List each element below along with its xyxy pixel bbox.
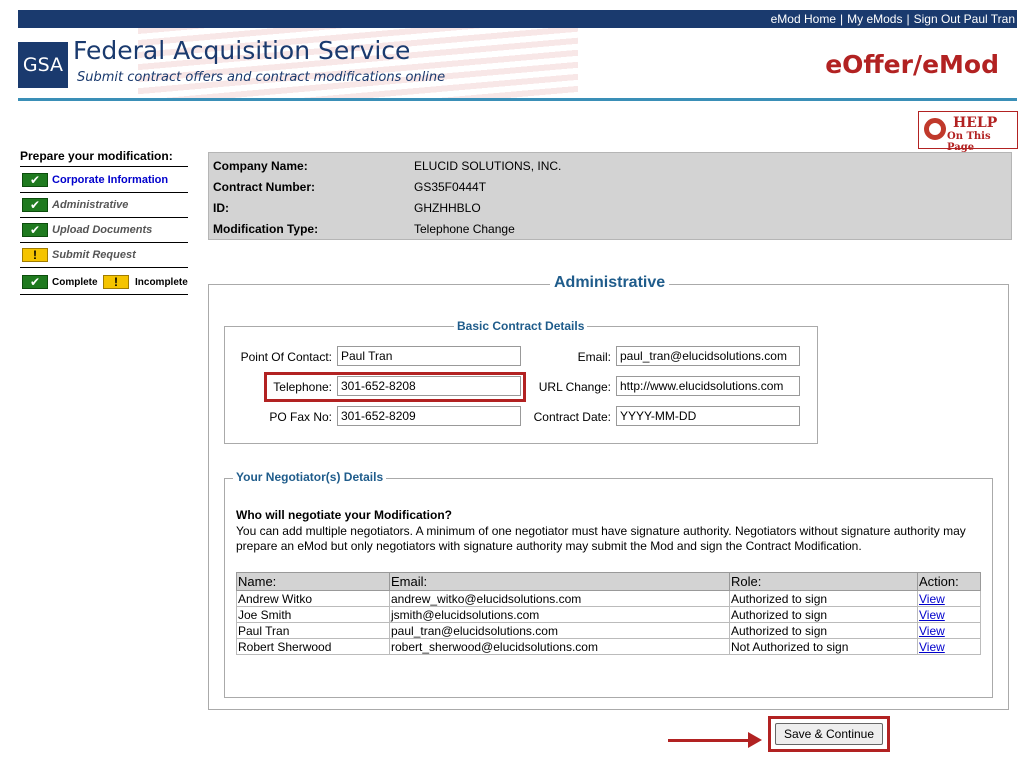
negotiator-name: Robert Sherwood bbox=[236, 638, 390, 655]
column-header: Action: bbox=[917, 572, 981, 591]
warning-icon bbox=[103, 275, 129, 289]
nav-separator: | bbox=[840, 12, 844, 26]
telephone-input[interactable] bbox=[337, 376, 521, 396]
nav-separator: | bbox=[906, 12, 910, 26]
info-key: Modification Type: bbox=[213, 222, 319, 236]
sidebar-step[interactable]: Submit Request bbox=[20, 243, 188, 268]
info-value: ELUCID SOLUTIONS, INC. bbox=[414, 159, 562, 173]
sidebar-title: Prepare your modification: bbox=[20, 149, 188, 167]
table-row: Andrew Witko andrew_witko@elucidsolution… bbox=[236, 590, 981, 607]
negotiator-role: Authorized to sign bbox=[729, 606, 918, 623]
table-row: Paul Tran paul_tran@elucidsolutions.com … bbox=[236, 622, 981, 639]
checkmark-icon bbox=[22, 173, 48, 187]
sidebar-step-label: Administrative bbox=[52, 199, 129, 211]
info-value: GHZHHBLO bbox=[414, 201, 481, 215]
arrow-right-icon bbox=[748, 732, 762, 748]
save-continue-button[interactable]: Save & Continue bbox=[775, 723, 883, 745]
view-link[interactable]: View bbox=[917, 590, 981, 607]
point-of-contact-label: Point Of Contact: bbox=[240, 350, 332, 364]
negotiator-email: jsmith@elucidsolutions.com bbox=[389, 606, 730, 623]
negotiator-email: andrew_witko@elucidsolutions.com bbox=[389, 590, 730, 607]
help-sublabel: On This Page bbox=[947, 131, 991, 153]
info-key: ID: bbox=[213, 201, 229, 215]
email-input[interactable] bbox=[616, 346, 800, 366]
contract-date-input[interactable] bbox=[616, 406, 800, 426]
negotiators-table: Name: Email: Role: Action: Andrew Witko … bbox=[236, 572, 981, 655]
checkmark-icon bbox=[22, 223, 48, 237]
section-title: Administrative bbox=[550, 274, 670, 292]
point-of-contact-input[interactable] bbox=[337, 346, 521, 366]
info-row: Company Name: ELUCID SOLUTIONS, INC. bbox=[213, 156, 1003, 176]
po-fax-input[interactable] bbox=[337, 406, 521, 426]
product-title: eOffer/eMod bbox=[825, 50, 999, 79]
group-title: Your Negotiator(s) Details bbox=[233, 470, 387, 484]
negotiator-email: robert_sherwood@elucidsolutions.com bbox=[389, 638, 730, 655]
info-value: Telephone Change bbox=[414, 222, 515, 236]
sidebar-step-label: Upload Documents bbox=[52, 224, 153, 236]
help-button[interactable]: HELP On This Page bbox=[918, 111, 1018, 153]
sidebar-step-label: Corporate Information bbox=[52, 174, 169, 186]
checkmark-icon bbox=[22, 275, 48, 289]
negotiator-role: Not Authorized to sign bbox=[729, 638, 918, 655]
pointer-arrow-shaft bbox=[668, 739, 750, 742]
group-title: Basic Contract Details bbox=[454, 319, 588, 333]
negotiator-email: paul_tran@elucidsolutions.com bbox=[389, 622, 730, 639]
top-nav-bar: eMod Home | My eMods | Sign Out Paul Tran bbox=[18, 10, 1017, 28]
url-change-label: URL Change: bbox=[538, 380, 611, 394]
site-title: Federal Acquisition Service bbox=[73, 36, 411, 65]
lifebuoy-icon bbox=[924, 118, 946, 140]
info-key: Contract Number: bbox=[213, 180, 316, 194]
telephone-label: Telephone: bbox=[273, 380, 332, 394]
negotiator-role: Authorized to sign bbox=[729, 622, 918, 639]
url-change-input[interactable] bbox=[616, 376, 800, 396]
sidebar-step[interactable]: Upload Documents bbox=[20, 218, 188, 243]
view-link[interactable]: View bbox=[917, 622, 981, 639]
status-legend: Complete Incomplete bbox=[20, 272, 188, 295]
column-header: Name: bbox=[236, 572, 390, 591]
negotiator-description: You can add multiple negotiators. A mini… bbox=[236, 524, 966, 553]
po-fax-label: PO Fax No: bbox=[269, 410, 332, 424]
email-label: Email: bbox=[577, 350, 611, 364]
negotiator-name: Andrew Witko bbox=[236, 590, 390, 607]
view-link[interactable]: View bbox=[917, 638, 981, 655]
modification-info-panel: Company Name: ELUCID SOLUTIONS, INC. Cont… bbox=[208, 152, 1012, 240]
sidebar-step[interactable]: Corporate Information bbox=[20, 168, 188, 193]
header-divider bbox=[18, 98, 1017, 101]
negotiator-name: Paul Tran bbox=[236, 622, 390, 639]
sidebar-step[interactable]: Administrative bbox=[20, 193, 188, 218]
sidebar-step-label: Submit Request bbox=[52, 249, 136, 261]
checkmark-icon bbox=[22, 198, 48, 212]
column-header: Email: bbox=[389, 572, 730, 591]
legend-incomplete-label: Incomplete bbox=[135, 277, 188, 288]
contract-date-label: Contract Date: bbox=[533, 410, 611, 424]
sign-out-link[interactable]: Sign Out Paul Tran bbox=[914, 12, 1015, 26]
table-header-row: Name: Email: Role: Action: bbox=[236, 572, 981, 591]
emod-home-link[interactable]: eMod Home bbox=[771, 12, 836, 26]
info-value: GS35F0444T bbox=[414, 180, 487, 194]
info-row: Contract Number: GS35F0444T bbox=[213, 177, 1003, 197]
legend-complete-label: Complete bbox=[52, 277, 98, 288]
gsa-logo: GSA bbox=[18, 42, 68, 88]
site-header: GSA Federal Acquisition Service Submit c… bbox=[18, 28, 1017, 98]
negotiator-question: Who will negotiate your Modification? bbox=[236, 508, 452, 522]
top-nav-links: eMod Home | My eMods | Sign Out Paul Tran bbox=[771, 12, 1015, 26]
info-row: Modification Type: Telephone Change bbox=[213, 219, 1003, 239]
table-row: Joe Smith jsmith@elucidsolutions.com Aut… bbox=[236, 606, 981, 623]
column-header: Role: bbox=[729, 572, 918, 591]
help-label: HELP bbox=[953, 115, 998, 131]
negotiator-role: Authorized to sign bbox=[729, 590, 918, 607]
warning-icon bbox=[22, 248, 48, 262]
my-emods-link[interactable]: My eMods bbox=[847, 12, 902, 26]
info-row: ID: GHZHHBLO bbox=[213, 198, 1003, 218]
site-subtitle: Submit contract offers and contract modi… bbox=[77, 70, 446, 85]
info-key: Company Name: bbox=[213, 159, 308, 173]
table-row: Robert Sherwood robert_sherwood@elucidso… bbox=[236, 638, 981, 655]
view-link[interactable]: View bbox=[917, 606, 981, 623]
negotiator-name: Joe Smith bbox=[236, 606, 390, 623]
